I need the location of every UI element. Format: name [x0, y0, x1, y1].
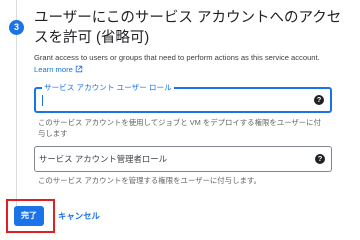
learn-more-label: Learn more [34, 65, 73, 74]
service-account-access-step: 3 ユーザーにこのサービス アカウントへのアクセスを許可 (省略可) Grant… [0, 0, 360, 240]
external-link-icon [75, 65, 83, 73]
step-description-text: Grant access to users or groups that nee… [34, 53, 320, 62]
service-account-user-role-label: サービス アカウント ユーザー ロール [42, 82, 174, 93]
learn-more-link[interactable]: Learn more [34, 65, 83, 74]
service-account-admin-role-label: サービス アカウント管理者ロール [39, 154, 167, 164]
text-cursor [42, 95, 43, 106]
cancel-button[interactable]: キャンセル [58, 206, 100, 226]
service-account-admin-role-field[interactable]: サービス アカウント管理者ロール ? [34, 146, 332, 172]
step-title: ユーザーにこのサービス アカウントへのアクセスを許可 (省略可) [34, 10, 342, 46]
service-account-user-role-hint: このサービス アカウントを使用してジョブと VM をデプロイする権限をユーザーに… [38, 118, 321, 138]
step-description: Grant access to users or groups that nee… [34, 52, 340, 76]
help-icon[interactable]: ? [314, 95, 324, 105]
step-number-badge: 3 [9, 20, 24, 35]
help-icon[interactable]: ? [315, 154, 325, 164]
service-account-admin-role-hint: このサービス アカウントを管理する権限をユーザーに付与します。 [38, 176, 261, 185]
service-account-user-role-field[interactable]: サービス アカウント ユーザー ロール ? [34, 82, 332, 113]
done-button[interactable]: 完了 [14, 206, 44, 226]
